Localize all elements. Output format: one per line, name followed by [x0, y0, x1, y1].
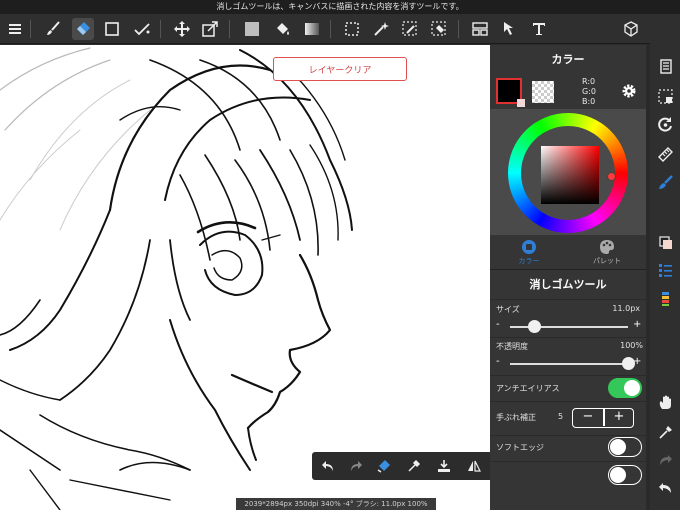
ruler-icon[interactable] — [655, 144, 675, 164]
eraser-panel-title: 消しゴムツール — [490, 269, 646, 299]
soft-edge-toggle[interactable] — [608, 437, 642, 457]
eyedropper-icon[interactable] — [404, 456, 424, 476]
opacity-minus[interactable]: - — [496, 356, 500, 367]
opacity-label: 不透明度 — [496, 342, 528, 351]
extra-option-toggle[interactable] — [608, 465, 642, 485]
material-icon[interactable] — [620, 18, 642, 40]
color-panel-title: カラー — [551, 53, 585, 66]
canvas-status-bar: 2039*2894px 350dpi 340% -4° ブラシ: 11.0px … — [236, 498, 436, 510]
size-minus[interactable]: - — [496, 319, 500, 330]
layer-list-icon[interactable] — [655, 260, 675, 280]
tool-hint: 消しゴムツールは、キャンバスに描画された内容を消すツールです。 — [0, 0, 680, 14]
undo-rail-icon[interactable] — [655, 478, 675, 498]
soft-edge-label: ソフトエッジ — [496, 443, 544, 452]
transform-tool-icon[interactable] — [199, 18, 221, 40]
app-root: 消しゴムツールは、キャンバスに描画された内容を消すツールです。 レイヤークリア … — [0, 0, 680, 510]
stabilizer-label: 手ぶれ補正 — [496, 413, 536, 422]
magic-wand-icon[interactable] — [370, 18, 392, 40]
page-manager-icon[interactable] — [655, 56, 675, 76]
palette-icon — [600, 239, 614, 254]
size-plus[interactable]: + — [633, 319, 641, 330]
antialias-label: アンチエイリアス — [496, 384, 560, 393]
select-eraser-icon[interactable] — [428, 18, 450, 40]
color-tabs: カラー パレット — [490, 235, 646, 269]
select-tool-icon[interactable] — [341, 18, 363, 40]
hand-tool-icon[interactable] — [655, 392, 675, 412]
color-settings-gear-icon[interactable] — [620, 82, 638, 100]
color-wheel-area — [490, 109, 646, 250]
side-panel: カラー R:0 G:0 B:0 カラー パレット 消しゴムツール サイズ 11.… — [490, 45, 646, 510]
line-art-drawing — [0, 47, 353, 510]
selection-layer-icon[interactable] — [655, 86, 675, 106]
antialias-toggle[interactable] — [608, 378, 642, 398]
color-tab-icon — [522, 239, 536, 254]
gradient-tool-icon[interactable] — [301, 18, 323, 40]
rotate-canvas-icon[interactable] — [655, 114, 675, 134]
top-toolbar — [0, 14, 680, 44]
hue-knob[interactable] — [607, 172, 616, 181]
tab-palette[interactable]: パレット — [568, 235, 646, 269]
tab-color[interactable]: カラー — [490, 235, 568, 269]
foreground-color-swatch[interactable] — [496, 78, 525, 107]
brush-list-icon[interactable] — [655, 288, 675, 308]
right-rail — [650, 14, 680, 510]
correction-tool-icon[interactable] — [131, 18, 153, 40]
color-panel-icon[interactable] — [655, 232, 675, 252]
size-label: サイズ — [496, 305, 520, 314]
opacity-slider[interactable] — [510, 363, 628, 365]
undo-icon[interactable] — [318, 456, 338, 476]
saturation-value-square[interactable] — [541, 146, 599, 204]
text-tool-icon[interactable] — [528, 18, 550, 40]
frame-divider-icon[interactable] — [469, 18, 491, 40]
bucket-tool-icon[interactable] — [271, 18, 293, 40]
menu-icon[interactable] — [4, 18, 26, 40]
stabilizer-decrement-button[interactable]: − — [573, 409, 603, 426]
brush-tool-icon[interactable] — [655, 172, 675, 192]
redo-rail-icon[interactable] — [655, 450, 675, 470]
drawing-canvas[interactable]: レイヤークリア — [0, 45, 490, 510]
shape-tool-icon[interactable] — [101, 18, 123, 40]
size-value: 11.0px — [612, 304, 640, 313]
stabilizer-increment-button[interactable]: + — [604, 409, 634, 426]
stabilizer-value: 5 — [558, 412, 564, 421]
eraser-tool-icon[interactable] — [72, 18, 94, 40]
redo-icon[interactable] — [346, 456, 366, 476]
fill-color-icon[interactable] — [241, 18, 263, 40]
stabilizer-stepper: − + — [572, 408, 634, 428]
size-slider-thumb[interactable] — [527, 320, 541, 333]
rgb-readout: R:0 G:0 B:0 — [582, 77, 596, 106]
move-tool-icon[interactable] — [171, 18, 193, 40]
opacity-plus[interactable]: + — [633, 356, 641, 367]
brush-tool-icon[interactable] — [42, 18, 64, 40]
eyedropper-rail-icon[interactable] — [655, 422, 675, 442]
flip-icon[interactable] — [464, 456, 484, 476]
brush-eraser-toggle-icon[interactable] — [374, 456, 394, 476]
select-pen-icon[interactable] — [399, 18, 421, 40]
fill-layer-icon[interactable] — [434, 456, 454, 476]
operation-tool-icon[interactable] — [499, 18, 521, 40]
opacity-value: 100% — [620, 341, 643, 350]
background-color-swatch[interactable] — [532, 81, 554, 103]
clear-layer-button[interactable]: レイヤークリア — [273, 57, 407, 81]
